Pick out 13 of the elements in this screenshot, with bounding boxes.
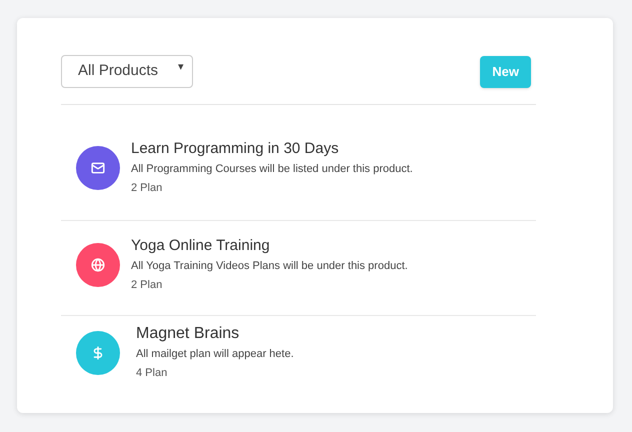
dollar-icon: [91, 346, 105, 360]
plan-count: 4 Plan: [136, 366, 168, 381]
plan-count: 2 Plan: [131, 278, 164, 292]
mail-icon: [91, 160, 105, 174]
product-title: Learn Programming in 30 Days: [131, 138, 340, 158]
product-description: All Yoga Training Videos Plans will be under this product.: [131, 258, 408, 274]
plan-count: 2 Plan: [131, 180, 164, 196]
product-description: All mailget plan will appear hete.: [136, 347, 294, 362]
product-title: Magnet Brains: [136, 324, 240, 344]
product-title: Yoga Online Training: [131, 236, 271, 256]
product-filter-dropdown[interactable]: All Products ▾: [61, 55, 193, 88]
product-description: All Programming Courses will be listed under this product.: [131, 162, 413, 176]
globe-icon: [91, 258, 105, 272]
